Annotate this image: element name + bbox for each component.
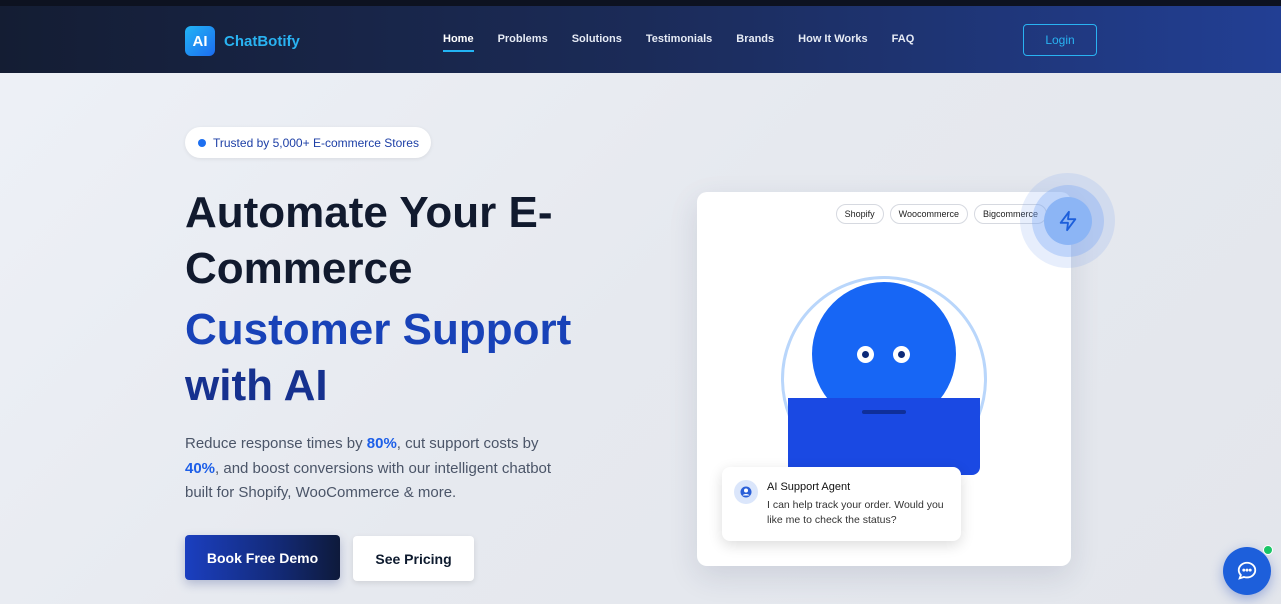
chat-message: I can help track your order. Would you l…: [767, 499, 944, 526]
bolt-badge-core: [1043, 196, 1092, 245]
platform-tag-shopify: Shopify: [835, 204, 884, 224]
desc-stat-response: 80%: [366, 435, 397, 452]
desc-stat-costs: 40%: [185, 459, 216, 477]
trust-badge-text: Trusted by 5,000+ E-commerce Stores: [213, 135, 419, 150]
logo-text: ChatBotify: [224, 32, 300, 50]
nav-link-how-it-works[interactable]: How It Works: [798, 33, 867, 45]
book-demo-button[interactable]: Book Free Demo: [185, 535, 340, 580]
desc-part1: Reduce response times by: [185, 435, 367, 452]
bolt-badge: [1020, 173, 1115, 268]
hero-description: Reduce response times by 80%, cut suppor…: [185, 432, 565, 506]
chat-launcher-button[interactable]: [1223, 547, 1271, 595]
nav-link-brands[interactable]: Brands: [736, 33, 774, 45]
hero-highlight-line1: Customer Support: [185, 305, 572, 354]
see-pricing-button[interactable]: See Pricing: [353, 536, 474, 581]
nav-link-problems[interactable]: Problems: [498, 33, 548, 45]
user-icon: [740, 486, 752, 498]
robot-eye-left: [857, 346, 874, 363]
hero-highlight-line2: with AI: [185, 361, 328, 410]
logo[interactable]: AI ChatBotify: [185, 26, 300, 56]
nav-link-home[interactable]: Home: [443, 33, 474, 52]
platform-tags: Shopify Woocommerce Bigcommerce: [830, 204, 1047, 224]
nav-link-faq[interactable]: FAQ: [892, 33, 915, 45]
bolt-badge-ring: [1031, 184, 1104, 257]
hero-highlight: Customer Support with AI: [185, 302, 605, 414]
logo-badge: AI: [185, 26, 215, 56]
hero-title-line1: Automate Your E-: [185, 188, 553, 237]
desc-part2: , cut support costs by: [396, 435, 539, 452]
lightning-icon: [1059, 210, 1076, 231]
nav-link-solutions[interactable]: Solutions: [572, 33, 622, 45]
hero-title-line2: Commerce: [185, 244, 413, 293]
robot-eye-right: [893, 346, 910, 363]
agent-avatar: [734, 480, 758, 504]
chat-preview-bubble: AI Support Agent I can help track your o…: [722, 467, 961, 541]
chat-agent-name: AI Support Agent: [767, 481, 851, 493]
robot-slot: [862, 410, 906, 414]
trust-badge: Trusted by 5,000+ E-commerce Stores: [185, 127, 431, 158]
nav-links: Home Problems Solutions Testimonials Bra…: [443, 33, 938, 52]
chat-bubble-icon: [1237, 561, 1257, 580]
hero-title: Automate Your E- Commerce: [185, 185, 605, 297]
platform-tag-woocommerce: Woocommerce: [889, 204, 968, 224]
login-button[interactable]: Login: [1023, 24, 1097, 56]
trust-dot-icon: [198, 138, 206, 147]
online-status-dot: [1263, 545, 1273, 555]
desc-part3: , and boost conversions with our intelli…: [185, 459, 552, 502]
top-navbar: AI ChatBotify Home Problems Solutions Te…: [0, 6, 1281, 73]
nav-link-testimonials[interactable]: Testimonials: [646, 33, 712, 45]
